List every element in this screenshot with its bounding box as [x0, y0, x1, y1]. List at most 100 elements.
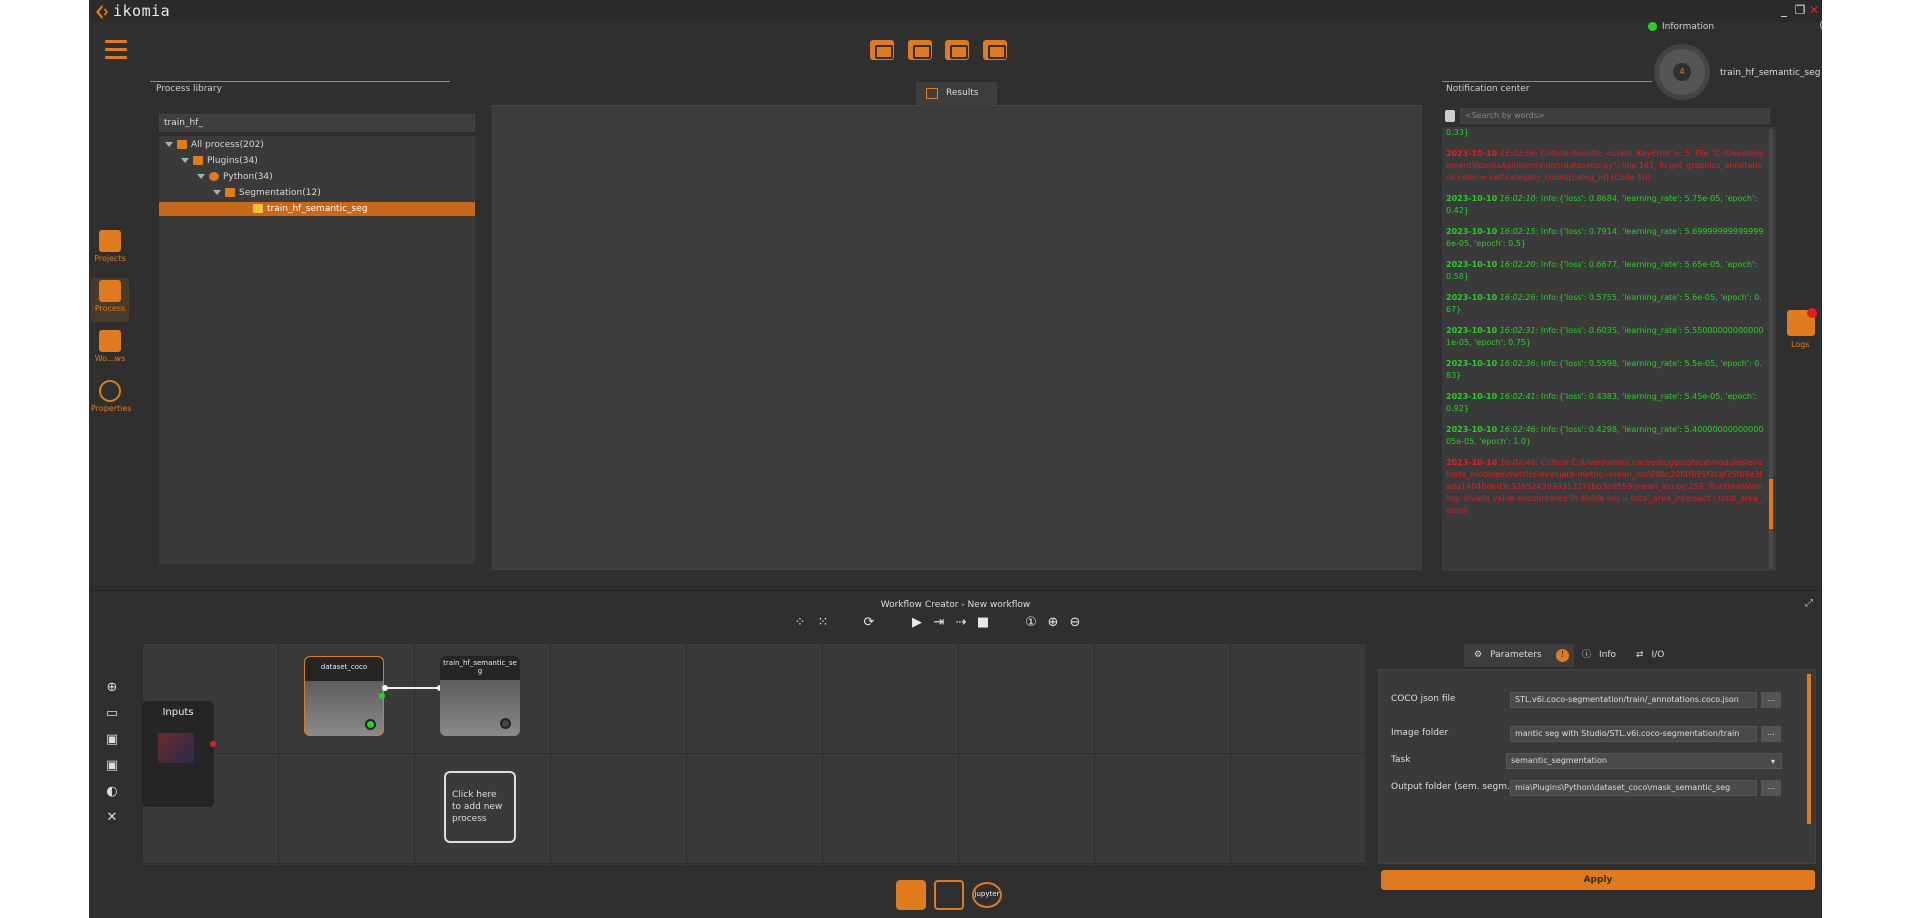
log-time: 16:02:46: [1499, 425, 1536, 434]
expand-arrow-icon: [181, 158, 189, 163]
alert-badge-icon: [1807, 308, 1817, 318]
close-button[interactable]: ✕: [1807, 3, 1821, 17]
open-folder-icon[interactable]: ▭: [104, 706, 120, 722]
stop-icon[interactable]: ■: [975, 615, 991, 631]
process-library-title: Process library: [156, 84, 222, 94]
browse-button[interactable]: ...: [1761, 726, 1781, 742]
inputs-label: Inputs: [162, 707, 194, 718]
tree-item-train-hf-semantic-seg[interactable]: train_hf_semantic_seg: [159, 202, 475, 216]
sidebar-item-process[interactable]: Process: [91, 278, 129, 322]
menu-bar-icon: [105, 48, 127, 51]
sidebar-item-label: Projects: [94, 254, 126, 263]
camera-icon[interactable]: [983, 40, 1007, 60]
expand-arrow-icon: [213, 190, 221, 195]
workflow-node-dataset-coco[interactable]: dataset_coco: [304, 656, 385, 736]
log-date: 2023-10-10: [1446, 149, 1498, 158]
menu-bar-icon: [105, 40, 127, 43]
export-icon[interactable]: ◐: [104, 784, 120, 800]
log-time: 16:02:10: [1499, 194, 1536, 203]
app-name: ikomia: [113, 2, 171, 20]
results-display-area[interactable]: [492, 105, 1422, 570]
log-entry: 2023-10-10 16:02:46: Critical:C:\Users\a…: [1446, 457, 1764, 517]
connection-start: [382, 685, 388, 691]
delete-workflow-icon[interactable]: ✕: [104, 810, 120, 826]
chevron-down-icon[interactable]: ▾: [1771, 757, 1775, 766]
notification-search-input[interactable]: <Search by words>: [1460, 108, 1770, 124]
output-folder-input[interactable]: mia\Plugins\Python\dataset_coco\mask_sem…: [1510, 780, 1757, 796]
notification-center-panel: Notification center <Search by words> 0.…: [1442, 81, 1776, 571]
workflow-node-train-hf-semantic-seg[interactable]: train_hf_semantic_seg: [440, 656, 520, 736]
store-icon[interactable]: [934, 880, 964, 910]
params-scrollbar[interactable]: [1807, 674, 1811, 824]
log-entry: 2023-10-10 16:02:06: Critical:Results: <…: [1446, 148, 1764, 184]
sidebar-item-workflows[interactable]: Wo...ws: [91, 328, 129, 372]
coco-json-file-input[interactable]: STL.v6i.coco-segmentation/train/_annotat…: [1510, 692, 1757, 708]
tree-item-segmentation[interactable]: Segmentation(12): [213, 186, 321, 200]
log-date: 2023-10-10: [1446, 425, 1498, 434]
browse-button[interactable]: ...: [1761, 692, 1781, 708]
tab-io[interactable]: ⇄ I/O: [1636, 644, 1664, 667]
image-icon[interactable]: [908, 40, 932, 60]
browse-button[interactable]: ...: [1761, 780, 1781, 796]
log-date: 2023-10-10: [1446, 359, 1498, 368]
log-date: 2023-10-10: [1446, 227, 1498, 236]
menu-bar-icon: [105, 56, 127, 59]
save-as-icon[interactable]: ▣: [104, 758, 120, 774]
info-title: Information: [1662, 22, 1715, 32]
gear-icon: ⚙: [1474, 650, 1483, 660]
run-icon[interactable]: ▶: [909, 615, 925, 631]
process-database-icon: [99, 280, 121, 302]
image-processing-icon[interactable]: [870, 40, 894, 60]
log-entry: 2023-10-10 16:02:20: Info:{'loss': 0.667…: [1446, 259, 1764, 283]
save-icon[interactable]: ▣: [104, 732, 120, 748]
workflow-view-icon[interactable]: [896, 880, 926, 910]
log-time: 16:02:06: [1499, 149, 1536, 158]
swap-arrows-icon: ⇄: [1636, 650, 1644, 660]
split-nodes-icon[interactable]: ⁙: [815, 615, 831, 631]
info-icon: [99, 380, 121, 402]
tab-results[interactable]: Results: [916, 82, 997, 105]
tree-item-all-process[interactable]: All process(202): [165, 138, 264, 152]
zoom-out-icon[interactable]: ⊖: [1067, 615, 1083, 631]
info-circle-icon: ⓘ: [1582, 650, 1592, 660]
zoom-in-icon[interactable]: ⊕: [1045, 615, 1061, 631]
main-menu-button[interactable]: [105, 40, 127, 60]
run-from-icon[interactable]: ⇢: [953, 615, 969, 631]
folder-icon: [177, 140, 187, 149]
rearrange-nodes-icon[interactable]: ⁘: [792, 615, 808, 631]
inputs-node[interactable]: Inputs: [142, 701, 216, 807]
workflow-icon: [99, 330, 121, 352]
task-select[interactable]: semantic_segmentation: [1506, 753, 1782, 769]
video-play-icon[interactable]: [945, 40, 969, 60]
apply-button[interactable]: Apply: [1381, 870, 1815, 890]
logs-button[interactable]: Logs: [1783, 308, 1819, 354]
maximize-button[interactable]: ❐: [1793, 3, 1807, 17]
parameters-form: COCO json file STL.v6i.coco-segmentation…: [1378, 669, 1816, 890]
process-library-panel: Process library train_hf_ All process(20…: [150, 81, 535, 564]
refresh-icon[interactable]: ⟳: [861, 615, 877, 631]
run-to-icon[interactable]: ⇥: [931, 615, 947, 631]
log-entry: 2023-10-10 16:02:10: Info:{'loss': 0.868…: [1446, 193, 1764, 217]
add-workflow-icon[interactable]: ⊕: [104, 680, 120, 696]
log-scrollbar[interactable]: [1769, 129, 1773, 569]
close-info-icon[interactable]: ✕: [1820, 19, 1822, 31]
panel-divider[interactable]: [89, 590, 1822, 591]
warning-icon[interactable]: !: [1556, 649, 1569, 662]
process-search-input[interactable]: train_hf_: [159, 114, 475, 132]
tree-item-python[interactable]: Python(34): [197, 170, 273, 184]
minimize-button[interactable]: _: [1777, 3, 1791, 17]
zoom-reset-icon[interactable]: ①: [1023, 615, 1039, 631]
workflow-canvas[interactable]: Inputs dataset_coco train_hf_semantic_se…: [142, 643, 1365, 865]
sidebar-item-projects[interactable]: Projects: [91, 228, 129, 272]
jupyter-button[interactable]: jupyter: [972, 880, 1002, 910]
tab-parameters[interactable]: ⚙ Parameters: [1474, 644, 1542, 667]
output-port[interactable]: [210, 741, 216, 747]
sidebar-item-properties[interactable]: Properties: [91, 378, 131, 422]
add-process-hint[interactable]: Click here to add new process: [444, 771, 516, 843]
image-folder-input[interactable]: mantic seg with Studio/STL.v6i.coco-segm…: [1510, 726, 1757, 742]
tree-item-plugins[interactable]: Plugins(34): [181, 154, 258, 168]
tab-info[interactable]: ⓘ Info: [1582, 644, 1616, 667]
trash-icon[interactable]: [1445, 110, 1455, 122]
scrollbar-thumb[interactable]: [1769, 479, 1773, 529]
output-port[interactable]: [379, 693, 385, 699]
